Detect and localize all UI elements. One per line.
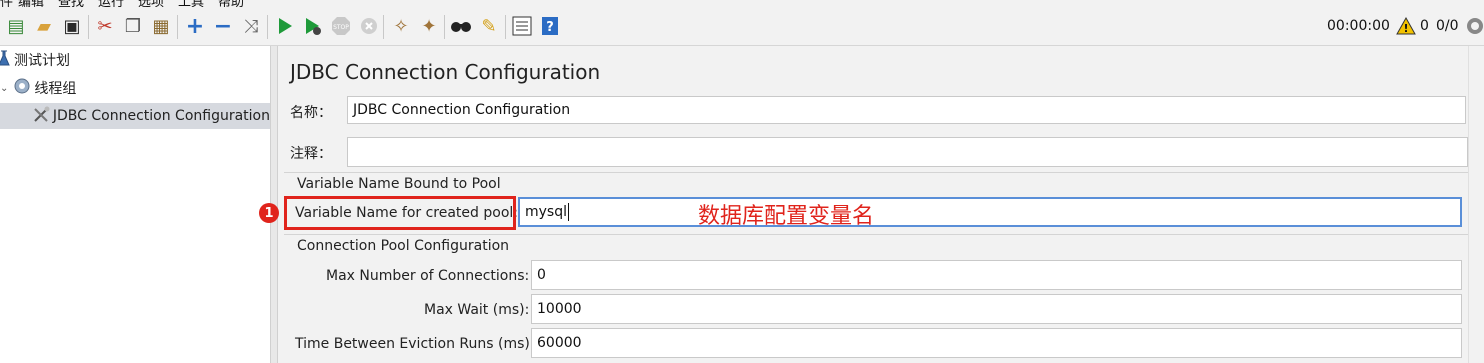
search-icon[interactable] (450, 15, 472, 37)
svg-text:?: ? (546, 20, 554, 35)
status-gear-icon[interactable] (1466, 17, 1484, 39)
svg-text:!: ! (1403, 22, 1408, 35)
vertical-scrollbar[interactable] (1468, 46, 1484, 363)
cut-icon[interactable]: ✂ (94, 15, 116, 37)
max-connections-field[interactable]: 0 (531, 260, 1462, 290)
stop-icon[interactable]: STOP (330, 15, 352, 37)
flask-icon (0, 50, 12, 70)
eviction-runs-field[interactable]: 60000 (531, 328, 1462, 358)
tools-icon (33, 105, 52, 127)
name-label: 名称： (290, 105, 332, 121)
clear-all-icon[interactable]: ✦ (418, 15, 440, 37)
collapse-icon[interactable]: − (212, 14, 234, 39)
expand-icon[interactable]: + (184, 14, 206, 39)
variable-name-value: mysql (525, 204, 567, 220)
svg-text:STOP: STOP (333, 24, 349, 31)
max-wait-field[interactable]: 10000 (531, 294, 1462, 324)
section-connection-pool: Connection Pool Configuration (297, 238, 510, 254)
warning-icon[interactable]: ! (1396, 16, 1416, 39)
annotation-note: 数据库配置变量名 (698, 204, 875, 229)
start-no-pause-icon[interactable] (302, 15, 324, 37)
active-threads-ratio: 0/0 (1436, 18, 1459, 34)
divider (284, 172, 1468, 173)
comment-label: 注释： (290, 146, 332, 162)
variable-name-field[interactable]: mysql (518, 197, 1462, 227)
toolbar: ▤ ▰ ▣ ✂ ❐ ▦ + − ⤨ STOP ✧ ✦ ✎ ? 00:00:00 … (0, 7, 1484, 46)
annotation-badge: 1 (259, 203, 279, 223)
test-plan-tree: 测试计划 ⌄ 线程组 JDBC Connection Configuration (0, 46, 271, 363)
templates-icon[interactable]: ▤ (5, 15, 27, 37)
help-icon[interactable]: ? (539, 15, 561, 37)
tree-item-test-plan[interactable]: 测试计划 (0, 47, 270, 73)
tree-item-thread-group[interactable]: ⌄ 线程组 (0, 75, 270, 101)
elapsed-timer: 00:00:00 (1327, 18, 1390, 34)
tree-item-label: 线程组 (34, 81, 77, 97)
tree-item-label: JDBC Connection Configuration (52, 108, 270, 124)
page-title: JDBC Connection Configuration (290, 60, 601, 84)
max-connections-label: Max Number of Connections: (326, 268, 530, 284)
tree-item-label: 测试计划 (14, 53, 70, 69)
tree-item-jdbc-config[interactable]: JDBC Connection Configuration (0, 103, 270, 129)
copy-icon[interactable]: ❐ (122, 15, 144, 37)
paste-icon[interactable]: ▦ (150, 15, 172, 37)
start-icon[interactable] (274, 15, 296, 37)
warning-count: 0 (1420, 18, 1429, 34)
save-icon[interactable]: ▣ (61, 15, 83, 37)
divider (284, 234, 1468, 235)
reset-search-icon[interactable]: ✎ (478, 15, 500, 37)
clear-icon[interactable]: ✧ (390, 15, 412, 37)
eviction-runs-label: Time Between Eviction Runs (ms): (295, 336, 535, 352)
shutdown-icon[interactable] (358, 15, 380, 37)
section-variable-name: Variable Name Bound to Pool (297, 176, 501, 192)
chevron-down-icon[interactable]: ⌄ (0, 83, 8, 94)
toggle-icon[interactable]: ⤨ (240, 15, 262, 37)
function-helper-icon[interactable] (511, 15, 533, 37)
max-wait-label: Max Wait (ms): (424, 302, 530, 318)
comment-field[interactable] (347, 137, 1468, 167)
text-caret (568, 203, 569, 221)
gear-icon (14, 78, 32, 98)
highlight-box (284, 196, 516, 230)
name-field[interactable]: JDBC Connection Configuration (347, 96, 1466, 124)
open-icon[interactable]: ▰ (33, 15, 55, 37)
menubar: 件 编辑 查找 运行 选项 工具 帮助 (0, 0, 1484, 10)
